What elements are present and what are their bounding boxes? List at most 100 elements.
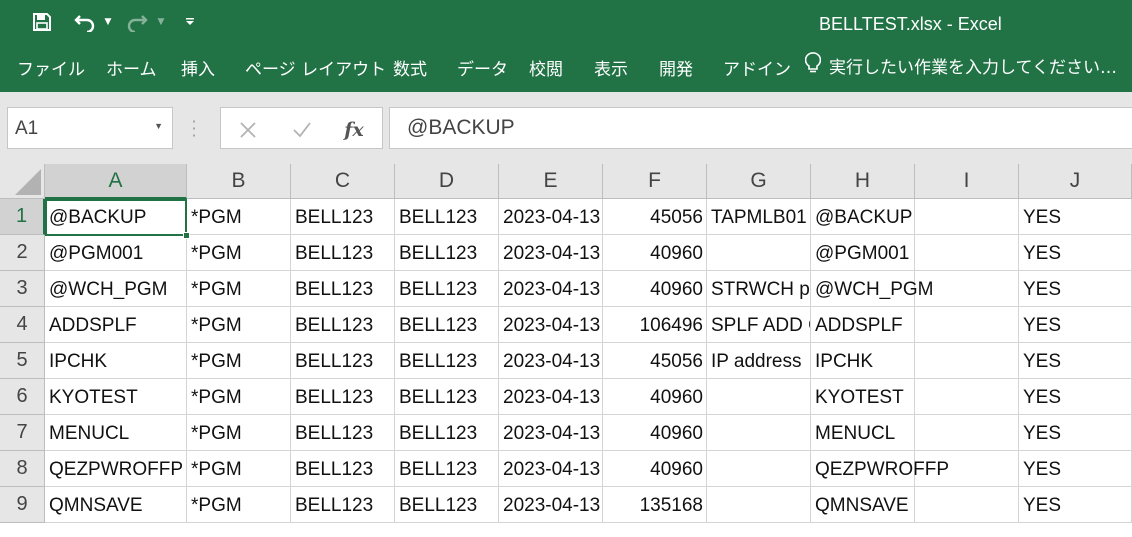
cell-h2[interactable]: @PGM001 xyxy=(811,235,915,271)
tab-developer[interactable]: 開発 xyxy=(659,55,693,80)
cell-f8[interactable]: 40960 xyxy=(603,451,707,487)
cell-f7[interactable]: 40960 xyxy=(603,415,707,451)
column-header-j[interactable]: J xyxy=(1019,164,1132,199)
cell-a1[interactable]: @BACKUP xyxy=(45,199,187,235)
cell-d6[interactable]: BELL123 xyxy=(395,379,499,415)
cell-g4[interactable]: SPLF ADD C xyxy=(707,307,811,343)
cell-d4[interactable]: BELL123 xyxy=(395,307,499,343)
chevron-down-icon[interactable]: ▼ xyxy=(154,121,163,131)
cell-i7[interactable] xyxy=(915,415,1019,451)
cell-g8[interactable] xyxy=(707,451,811,487)
cell-j7[interactable]: YES xyxy=(1019,415,1132,451)
cell-i9[interactable] xyxy=(915,487,1019,523)
cell-f1[interactable]: 45056 xyxy=(603,199,707,235)
row-header-8[interactable]: 8 xyxy=(0,451,45,487)
cell-g9[interactable] xyxy=(707,487,811,523)
column-header-b[interactable]: B xyxy=(187,164,291,199)
tab-insert[interactable]: 挿入 xyxy=(181,55,215,80)
tab-file[interactable]: ファイル xyxy=(17,55,85,80)
row-header-1[interactable]: 1 xyxy=(0,199,45,235)
cell-e6[interactable]: 2023-04-13 xyxy=(499,379,603,415)
tab-addins[interactable]: アドイン xyxy=(723,55,791,80)
tell-me-search[interactable]: 実行したい作業を入力してください… xyxy=(804,52,1117,79)
cell-f9[interactable]: 135168 xyxy=(603,487,707,523)
cell-c2[interactable]: BELL123 xyxy=(291,235,395,271)
cell-e5[interactable]: 2023-04-13 xyxy=(499,343,603,379)
cell-j1[interactable]: YES xyxy=(1019,199,1132,235)
cell-e1[interactable]: 2023-04-13 xyxy=(499,199,603,235)
cell-c4[interactable]: BELL123 xyxy=(291,307,395,343)
select-all-button[interactable] xyxy=(0,164,45,199)
formula-input[interactable]: @BACKUP xyxy=(389,107,1132,149)
cell-j9[interactable]: YES xyxy=(1019,487,1132,523)
cancel-icon[interactable] xyxy=(237,119,259,141)
cell-d5[interactable]: BELL123 xyxy=(395,343,499,379)
cell-h3[interactable]: @WCH_PGM xyxy=(811,271,934,307)
cell-f3[interactable]: 40960 xyxy=(603,271,707,307)
cell-g2[interactable] xyxy=(707,235,811,271)
column-header-c[interactable]: C xyxy=(291,164,395,199)
tab-data[interactable]: データ xyxy=(457,55,508,80)
undo-dropdown-icon[interactable]: ▼ xyxy=(101,8,115,36)
cell-i3[interactable] xyxy=(915,271,1019,307)
name-box[interactable]: A1 ▼ xyxy=(7,107,173,149)
redo-dropdown-icon[interactable]: ▼ xyxy=(154,8,168,36)
tab-formulas[interactable]: 数式 xyxy=(393,55,427,80)
column-header-h[interactable]: H xyxy=(811,164,915,199)
customize-icon[interactable] xyxy=(182,8,198,36)
cell-c1[interactable]: BELL123 xyxy=(291,199,395,235)
cell-e9[interactable]: 2023-04-13 xyxy=(499,487,603,523)
cell-i2[interactable] xyxy=(915,235,1019,271)
cell-d2[interactable]: BELL123 xyxy=(395,235,499,271)
cell-b1[interactable]: *PGM xyxy=(187,199,291,235)
cell-a9[interactable]: QMNSAVE xyxy=(45,487,187,523)
cell-a5[interactable]: IPCHK xyxy=(45,343,187,379)
column-header-a[interactable]: A xyxy=(45,164,187,199)
cell-h1[interactable]: @BACKUP xyxy=(811,199,915,235)
cell-f5[interactable]: 45056 xyxy=(603,343,707,379)
cell-f4[interactable]: 106496 xyxy=(603,307,707,343)
cell-b4[interactable]: *PGM xyxy=(187,307,291,343)
cell-b3[interactable]: *PGM xyxy=(187,271,291,307)
cell-h6[interactable]: KYOTEST xyxy=(811,379,915,415)
formula-bar-splitter[interactable]: · · · xyxy=(190,114,198,144)
cell-d1[interactable]: BELL123 xyxy=(395,199,499,235)
tab-page-layout[interactable]: ページ レイアウト xyxy=(245,55,386,80)
undo-icon[interactable] xyxy=(70,8,100,36)
cell-c6[interactable]: BELL123 xyxy=(291,379,395,415)
cell-d9[interactable]: BELL123 xyxy=(395,487,499,523)
cell-c9[interactable]: BELL123 xyxy=(291,487,395,523)
column-header-e[interactable]: E xyxy=(499,164,603,199)
cell-j4[interactable]: YES xyxy=(1019,307,1132,343)
cell-g1[interactable]: TAPMLB01 xyxy=(707,199,811,235)
cell-g3[interactable]: STRWCH pr xyxy=(707,271,811,307)
cell-f6[interactable]: 40960 xyxy=(603,379,707,415)
cell-b9[interactable]: *PGM xyxy=(187,487,291,523)
tab-view[interactable]: 表示 xyxy=(594,55,628,80)
cell-a4[interactable]: ADDSPLF xyxy=(45,307,187,343)
row-header-4[interactable]: 4 xyxy=(0,307,45,343)
column-header-g[interactable]: G xyxy=(707,164,811,199)
cell-d3[interactable]: BELL123 xyxy=(395,271,499,307)
tab-home[interactable]: ホーム xyxy=(106,55,157,80)
row-header-5[interactable]: 5 xyxy=(0,343,45,379)
cell-b2[interactable]: *PGM xyxy=(187,235,291,271)
cell-g5[interactable]: IP address xyxy=(707,343,811,379)
row-header-7[interactable]: 7 xyxy=(0,415,45,451)
cell-e2[interactable]: 2023-04-13 xyxy=(499,235,603,271)
cell-d7[interactable]: BELL123 xyxy=(395,415,499,451)
cell-b8[interactable]: *PGM xyxy=(187,451,291,487)
cell-j5[interactable]: YES xyxy=(1019,343,1132,379)
column-header-i[interactable]: I xyxy=(915,164,1019,199)
column-header-f[interactable]: F xyxy=(603,164,707,199)
tab-review[interactable]: 校閲 xyxy=(529,55,563,80)
cell-e3[interactable]: 2023-04-13 xyxy=(499,271,603,307)
row-header-6[interactable]: 6 xyxy=(0,379,45,415)
cell-e7[interactable]: 2023-04-13 xyxy=(499,415,603,451)
fill-handle[interactable] xyxy=(183,232,190,239)
redo-icon[interactable] xyxy=(122,8,152,36)
cell-c3[interactable]: BELL123 xyxy=(291,271,395,307)
cell-a8[interactable]: QEZPWROFFP xyxy=(45,451,187,487)
cell-h8[interactable]: QEZPWROFFP xyxy=(811,451,949,487)
cell-i4[interactable] xyxy=(915,307,1019,343)
